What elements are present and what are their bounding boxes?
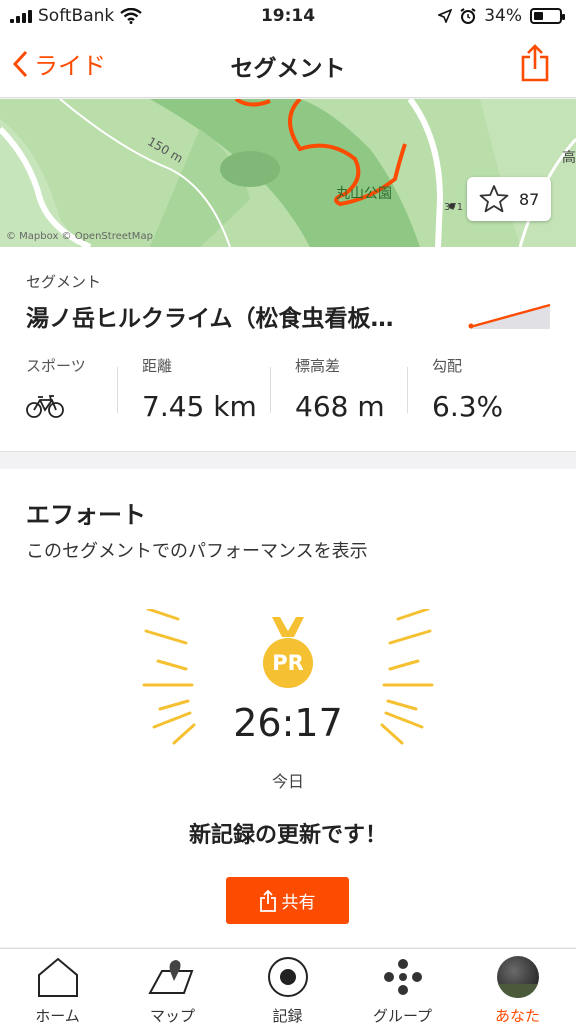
stat-divider (270, 367, 271, 413)
record-icon (267, 957, 308, 997)
share-icon-button[interactable] (520, 44, 550, 86)
groups-icon (383, 959, 422, 995)
effort-date: 今日 (271, 772, 304, 791)
segment-name: 湯ノ岳ヒルクライム（松食虫看板… (26, 306, 394, 332)
avatar (496, 956, 539, 998)
segment-card: セグメント 湯ノ岳ヒルクライム（松食虫看板… スポーツ 距離 7.45 km 標… (0, 247, 576, 452)
pr-badge-label: PR (272, 651, 304, 675)
effort-title: エフォート (26, 501, 146, 529)
effort-subtitle: このセグメントでのパフォーマンスを表示 (26, 541, 368, 562)
battery-percent: 34% (484, 6, 522, 26)
tab-home-label: ホーム (35, 1007, 80, 1024)
effort-time: 26:17 (233, 701, 343, 745)
elevation-profile (468, 303, 551, 329)
stat-grade-label: 勾配 (432, 357, 463, 375)
share-icon (259, 889, 276, 912)
tab-record[interactable]: 記録 (230, 955, 345, 1024)
stat-distance: 距離 7.45 km (142, 355, 257, 423)
stat-grade-value: 6.3% (432, 390, 504, 423)
tab-you-label: あなた (494, 1007, 540, 1024)
home-icon (37, 957, 78, 997)
battery-icon (530, 8, 565, 24)
tab-groups-label: グループ (372, 1007, 433, 1024)
status-bar: SoftBank 19:14 34% (0, 0, 576, 34)
stat-grade: 勾配 6.3% (432, 355, 503, 423)
tab-home[interactable]: ホーム (0, 955, 115, 1024)
share-button-label: 共有 (281, 893, 316, 913)
map-attribution[interactable]: © Mapbox © OpenStreetMap (6, 231, 153, 242)
bike-icon (26, 395, 64, 418)
star-segment-button[interactable]: 87 (467, 177, 551, 221)
map-park-label: 丸山公園 (336, 186, 392, 202)
stat-divider (407, 367, 408, 413)
stat-elevation-label: 標高差 (295, 357, 341, 375)
page-title: セグメント (230, 56, 346, 82)
pr-medal-badge: PR (258, 617, 318, 693)
stat-distance-label: 距離 (142, 357, 173, 375)
nav-bar: ライド セグメント (0, 34, 576, 98)
map-icon (147, 960, 193, 994)
status-right: 34% (438, 6, 565, 26)
tab-groups[interactable]: グループ (345, 955, 460, 1024)
segment-stats: スポーツ 距離 7.45 km 標高差 468 m 勾配 6.3% (0, 355, 576, 425)
stat-elevation-value: 468 m (295, 390, 385, 423)
stat-distance-value: 7.45 km (142, 390, 257, 423)
star-count: 87 (519, 189, 540, 209)
share-icon (521, 44, 549, 82)
map-route-label: 371 (444, 202, 464, 213)
star-icon (479, 185, 509, 213)
tab-map-label: マップ (149, 1007, 195, 1024)
new-record-message: 新記録の更新です！ (188, 823, 387, 848)
tab-bar: ホーム マップ 記録 グループ あなた (0, 948, 576, 1024)
stat-divider (117, 367, 118, 413)
share-button[interactable]: 共有 (226, 877, 349, 924)
location-icon (438, 9, 453, 23)
tab-you[interactable]: あなた (460, 955, 575, 1024)
stat-sport-label: スポーツ (26, 357, 86, 375)
segment-map[interactable]: 150 m 丸山公園 371 高 © Mapbox © OpenStreetMa… (0, 99, 576, 247)
stat-sport: スポーツ (26, 355, 86, 419)
map-edge-label: 高 (562, 150, 576, 166)
segment-section-label: セグメント (26, 273, 102, 291)
stat-elevation: 標高差 468 m (295, 355, 385, 423)
tab-record-label: 記録 (272, 1007, 303, 1024)
alarm-icon (460, 8, 476, 24)
tab-map[interactable]: マップ (115, 955, 230, 1024)
effort-card: エフォート このセグメントでのパフォーマンスを表示 PR 26:17 今日 新記… (0, 469, 576, 947)
